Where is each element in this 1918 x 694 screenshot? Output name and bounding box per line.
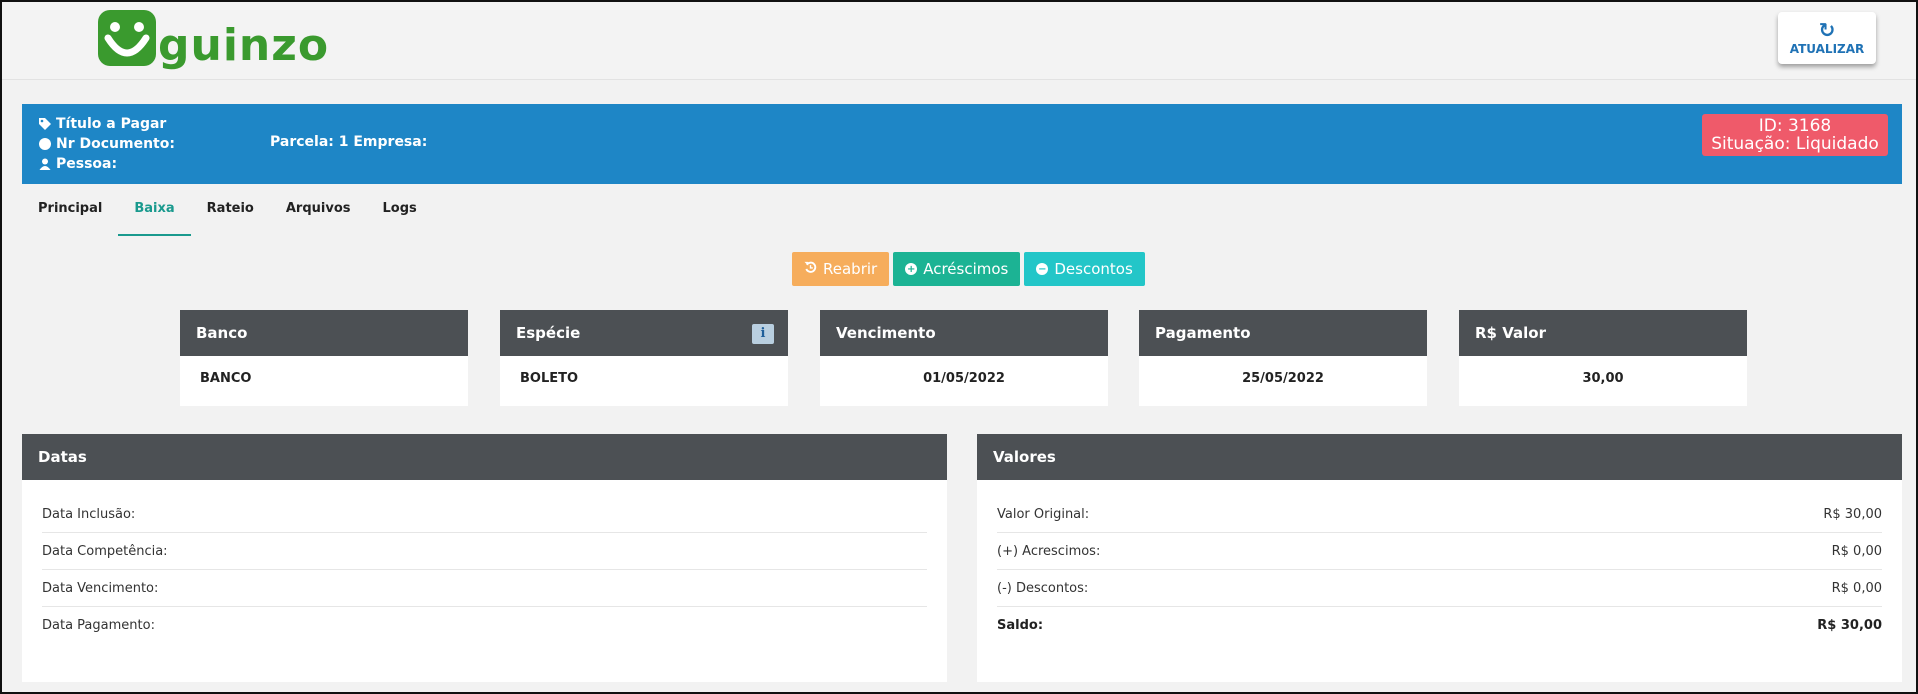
descontos-label: Descontos bbox=[1054, 260, 1133, 278]
card-especie-title: Espécie bbox=[516, 324, 581, 342]
descontos-row-value: R$ 0,00 bbox=[1831, 581, 1882, 596]
data-inclusao-label: Data Inclusão: bbox=[42, 507, 136, 522]
tag-icon bbox=[38, 117, 52, 131]
tab-rateio[interactable]: Rateio bbox=[191, 192, 270, 236]
banner-title-row: Título a Pagar bbox=[38, 116, 166, 132]
banner-person-row: Pessoa: bbox=[38, 156, 117, 172]
banner-title: Título a Pagar bbox=[56, 116, 167, 132]
card-vencimento-title: Vencimento bbox=[820, 310, 1108, 356]
card-valor: R$ Valor 30,00 bbox=[1459, 310, 1747, 406]
parcela-empresa: Parcela: 1 Empresa: bbox=[270, 134, 428, 150]
undo-icon bbox=[804, 260, 817, 278]
top-bar: guinzo ↻ ATUALIZAR bbox=[2, 2, 1916, 80]
reabrir-label: Reabrir bbox=[823, 260, 878, 278]
card-valor-title: R$ Valor bbox=[1459, 310, 1747, 356]
logo-mark-icon bbox=[98, 10, 156, 66]
card-pagamento: Pagamento 25/05/2022 bbox=[1139, 310, 1427, 406]
card-banco: Banco BANCO bbox=[180, 310, 468, 406]
data-vencimento-label: Data Vencimento: bbox=[42, 581, 159, 596]
list-item: (+) Acrescimos: R$ 0,00 bbox=[997, 533, 1882, 570]
title-info-banner: Título a Pagar Nr Documento: Pessoa: Par… bbox=[22, 104, 1902, 184]
record-status: Situação: Liquidado bbox=[1711, 134, 1879, 154]
circle-icon bbox=[38, 137, 52, 151]
refresh-icon: ↻ bbox=[1818, 18, 1836, 42]
tab-principal[interactable]: Principal bbox=[22, 192, 118, 236]
tab-baixa[interactable]: Baixa bbox=[118, 192, 191, 236]
card-pagamento-title: Pagamento bbox=[1139, 310, 1427, 356]
datas-panel: Datas Data Inclusão: Data Competência: D… bbox=[22, 434, 947, 682]
plus-circle-icon: + bbox=[905, 263, 918, 275]
logo-text: guinzo bbox=[158, 20, 330, 71]
user-icon bbox=[38, 157, 52, 171]
descontos-row-label: (-) Descontos: bbox=[997, 581, 1089, 596]
card-valor-value: 30,00 bbox=[1582, 371, 1624, 386]
valores-panel: Valores Valor Original: R$ 30,00 (+) Acr… bbox=[977, 434, 1902, 682]
valores-panel-title: Valores bbox=[977, 434, 1902, 480]
action-buttons: Reabrir + Acréscimos − Descontos bbox=[792, 252, 1145, 286]
tab-bar: Principal Baixa Rateio Arquivos Logs bbox=[22, 192, 433, 236]
saldo-label: Saldo: bbox=[997, 618, 1044, 633]
datas-panel-title: Datas bbox=[22, 434, 947, 480]
saldo-value: R$ 30,00 bbox=[1817, 618, 1882, 633]
list-item: Data Vencimento: bbox=[42, 570, 927, 607]
data-competencia-label: Data Competência: bbox=[42, 544, 168, 559]
list-item: Saldo: R$ 30,00 bbox=[997, 607, 1882, 644]
pessoa: Pessoa: bbox=[56, 156, 118, 172]
card-especie-value: BOLETO bbox=[520, 371, 579, 386]
valores-list: Valor Original: R$ 30,00 (+) Acrescimos:… bbox=[977, 480, 1902, 644]
acrescimos-row-label: (+) Acrescimos: bbox=[997, 544, 1101, 559]
refresh-button[interactable]: ↻ ATUALIZAR bbox=[1778, 12, 1876, 64]
card-especie-header: Espécie i bbox=[500, 310, 788, 356]
banner-document-row: Nr Documento: bbox=[38, 136, 175, 152]
refresh-label: ATUALIZAR bbox=[1789, 42, 1865, 56]
status-badge: ID: 3168 Situação: Liquidado bbox=[1702, 114, 1888, 156]
card-banco-title: Banco bbox=[180, 310, 468, 356]
valor-original-value: R$ 30,00 bbox=[1823, 507, 1882, 522]
card-vencimento: Vencimento 01/05/2022 bbox=[820, 310, 1108, 406]
acrescimos-button[interactable]: + Acréscimos bbox=[893, 252, 1021, 286]
app-logo: guinzo bbox=[98, 8, 329, 74]
nr-documento: Nr Documento: bbox=[56, 136, 175, 152]
card-pagamento-value: 25/05/2022 bbox=[1242, 371, 1324, 386]
datas-list: Data Inclusão: Data Competência: Data Ve… bbox=[22, 480, 947, 644]
list-item: (-) Descontos: R$ 0,00 bbox=[997, 570, 1882, 607]
card-especie: Espécie i BOLETO bbox=[500, 310, 788, 406]
acrescimos-row-value: R$ 0,00 bbox=[1831, 544, 1882, 559]
descontos-button[interactable]: − Descontos bbox=[1024, 252, 1145, 286]
list-item: Valor Original: R$ 30,00 bbox=[997, 496, 1882, 533]
acrescimos-label: Acréscimos bbox=[923, 260, 1009, 278]
minus-circle-icon: − bbox=[1036, 263, 1049, 275]
tab-arquivos[interactable]: Arquivos bbox=[270, 192, 367, 236]
record-id: ID: 3168 bbox=[1758, 116, 1832, 136]
list-item: Data Inclusão: bbox=[42, 496, 927, 533]
info-icon[interactable]: i bbox=[752, 324, 774, 344]
tab-logs[interactable]: Logs bbox=[367, 192, 433, 236]
reabrir-button[interactable]: Reabrir bbox=[792, 252, 890, 286]
data-pagamento-label: Data Pagamento: bbox=[42, 618, 155, 633]
card-vencimento-value: 01/05/2022 bbox=[923, 371, 1005, 386]
card-banco-value: BANCO bbox=[200, 371, 252, 386]
list-item: Data Pagamento: bbox=[42, 607, 927, 644]
list-item: Data Competência: bbox=[42, 533, 927, 570]
valor-original-label: Valor Original: bbox=[997, 507, 1090, 522]
